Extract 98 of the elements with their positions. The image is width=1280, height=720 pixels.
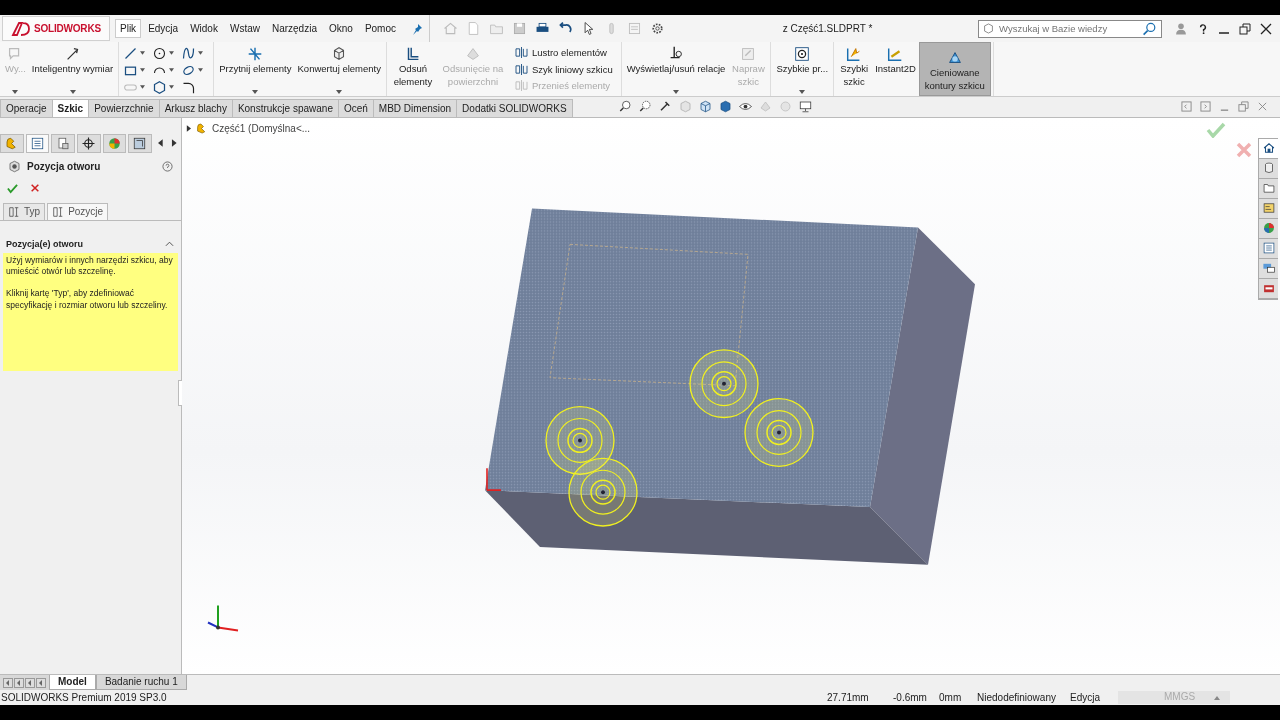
caret-icon[interactable] bbox=[198, 51, 204, 55]
command-tab[interactable]: Operacje bbox=[0, 98, 53, 117]
display-style-icon[interactable] bbox=[717, 99, 733, 115]
caret-icon[interactable] bbox=[140, 51, 146, 55]
search-field[interactable]: Wyszukaj w Bazie wiedzy bbox=[999, 23, 1138, 34]
monitor-icon[interactable] bbox=[797, 99, 813, 115]
globe-icon[interactable] bbox=[1261, 221, 1276, 236]
caret-icon[interactable] bbox=[69, 90, 76, 94]
caret-icon[interactable] bbox=[252, 90, 259, 94]
ribbon-button[interactable]: Szybki szkic bbox=[836, 42, 873, 96]
panel-title: Pozycja otworu bbox=[27, 161, 102, 173]
menu-item[interactable]: Widok bbox=[185, 19, 223, 38]
view-orientation-icon[interactable] bbox=[697, 99, 713, 115]
circle-icon[interactable] bbox=[152, 45, 168, 61]
scroll-right-icon[interactable] bbox=[171, 139, 178, 148]
ribbon-button[interactable]: Cieniowane kontury szkicu bbox=[918, 42, 991, 96]
collapse-icon[interactable] bbox=[165, 240, 174, 247]
ribbon-list-item[interactable]: Lustro elementów bbox=[514, 45, 613, 60]
menu-item[interactable]: Wstaw bbox=[224, 19, 265, 38]
command-tab[interactable]: Konstrukcje spawane bbox=[231, 98, 339, 117]
model-tab[interactable]: Model bbox=[49, 675, 96, 691]
menu-item[interactable]: Pomoc bbox=[359, 19, 401, 38]
search-field[interactable]: Wyszukaj w Bazie wiedzy bbox=[978, 19, 1162, 38]
mirror-icon bbox=[514, 63, 528, 75]
snap-icon bbox=[793, 45, 812, 63]
ribbon-button[interactable]: Inteligentny wymiar bbox=[28, 42, 117, 96]
caret-icon[interactable] bbox=[799, 90, 806, 94]
cube-icon bbox=[982, 22, 995, 35]
panel-tab[interactable]: Typ bbox=[3, 202, 46, 220]
home-icon[interactable] bbox=[1261, 141, 1276, 156]
spline-icon[interactable] bbox=[181, 45, 197, 61]
caret-icon[interactable] bbox=[169, 68, 175, 72]
caret-icon[interactable] bbox=[140, 85, 146, 89]
close-icon[interactable] bbox=[1260, 22, 1272, 35]
menu-item[interactable]: Plik bbox=[115, 19, 142, 38]
hole-icon bbox=[7, 159, 22, 175]
command-tab[interactable]: Dodatki SOLIDWORKS bbox=[456, 98, 573, 117]
status-field: MMGS bbox=[1118, 691, 1230, 705]
folder-icon[interactable] bbox=[1261, 181, 1276, 196]
ribbon-button[interactable]: Instant2D bbox=[872, 42, 919, 96]
document-title: z Część1.SLDPRT * bbox=[781, 23, 874, 34]
message-text: Kliknij kartę 'Typ', aby zdefiniować specyfikację i rozmiar otworu lub szczeliny. bbox=[6, 288, 169, 311]
ribbon-button[interactable]: Konwertuj elementy bbox=[294, 42, 384, 96]
status-field: 27.71mm bbox=[827, 692, 893, 704]
ribbon-button[interactable]: Wyświetlaj/usuń relacje bbox=[623, 42, 729, 96]
ok-icon[interactable] bbox=[7, 182, 18, 194]
ribbon-list-item[interactable]: Szyk liniowy szkicu bbox=[514, 61, 613, 77]
command-tab[interactable]: MBD Dimension bbox=[372, 98, 458, 117]
command-tab[interactable]: Arkusz blachy bbox=[158, 98, 233, 117]
tile-right-icon[interactable] bbox=[1200, 101, 1211, 113]
menu-item[interactable]: Okno bbox=[323, 19, 358, 38]
scroll-left-icon[interactable] bbox=[157, 139, 164, 148]
line-icon[interactable] bbox=[123, 45, 139, 61]
globe-icon[interactable] bbox=[106, 135, 122, 151]
command-tab[interactable]: Szkic bbox=[51, 98, 90, 117]
pin-icon[interactable] bbox=[411, 22, 423, 35]
crosshair-icon[interactable] bbox=[81, 135, 97, 151]
caret-icon[interactable] bbox=[336, 90, 343, 94]
status-field: Edycja bbox=[1070, 692, 1118, 704]
ribbon-button[interactable]: Odsuń elementy bbox=[388, 42, 437, 96]
panel-tab[interactable]: Pozycje bbox=[47, 202, 109, 220]
tree-item[interactable]: Część1 (Domyślna<... bbox=[212, 122, 311, 134]
search-icon[interactable] bbox=[1142, 20, 1158, 37]
ds-logo-icon bbox=[11, 20, 31, 37]
ribbon-button[interactable]: Szybkie pr... bbox=[773, 42, 832, 96]
section-title: Pozycja(e) otworu bbox=[6, 238, 83, 249]
chat-icon[interactable] bbox=[1261, 261, 1276, 276]
cancel-icon[interactable] bbox=[30, 182, 40, 193]
configuration-icon[interactable] bbox=[55, 135, 71, 151]
mirror-icon bbox=[514, 46, 528, 58]
message-text: Użyj wymiarów i innych narzędzi szkicu, aby umieścić otwór lub szczelinę. bbox=[6, 254, 174, 278]
caret-icon[interactable] bbox=[673, 90, 680, 94]
user-icon[interactable] bbox=[1174, 21, 1188, 36]
help-icon[interactable] bbox=[1197, 21, 1209, 36]
logo-text: SOLIDWORKS bbox=[34, 23, 101, 34]
mirror-icon bbox=[514, 80, 528, 92]
polygon-icon[interactable] bbox=[152, 79, 168, 95]
caret-icon[interactable] bbox=[140, 68, 146, 72]
property-icon[interactable] bbox=[29, 135, 45, 151]
product-name: SOLIDWORKS Premium 2019 SP3.0 bbox=[1, 692, 168, 704]
logo[interactable]: SOLIDWORKS bbox=[2, 16, 110, 41]
menu-item[interactable]: Edycja bbox=[143, 19, 184, 38]
model-tab[interactable]: Badanie ruchu 1 bbox=[95, 675, 187, 691]
command-tab[interactable]: Powierzchnie bbox=[88, 98, 160, 117]
caret-icon[interactable] bbox=[169, 85, 175, 89]
menu-item[interactable]: Narzędzia bbox=[266, 19, 322, 38]
expand-icon[interactable] bbox=[186, 124, 191, 132]
part-model-drawing[interactable] bbox=[485, 208, 975, 565]
ribbon-button[interactable]: Przytnij elementy bbox=[216, 42, 295, 96]
status-field: Niedodefiniowany bbox=[977, 692, 1070, 704]
command-tab[interactable]: Oceń bbox=[337, 98, 374, 117]
status-field: -0.6mm bbox=[893, 692, 939, 704]
status-field: 0mm bbox=[939, 692, 977, 704]
caret-icon[interactable] bbox=[169, 51, 175, 55]
axis-triad-drawing bbox=[207, 604, 239, 632]
caret-icon[interactable] bbox=[198, 68, 204, 72]
restore-icon[interactable] bbox=[1239, 22, 1251, 35]
tile-left-icon[interactable] bbox=[1181, 101, 1192, 113]
